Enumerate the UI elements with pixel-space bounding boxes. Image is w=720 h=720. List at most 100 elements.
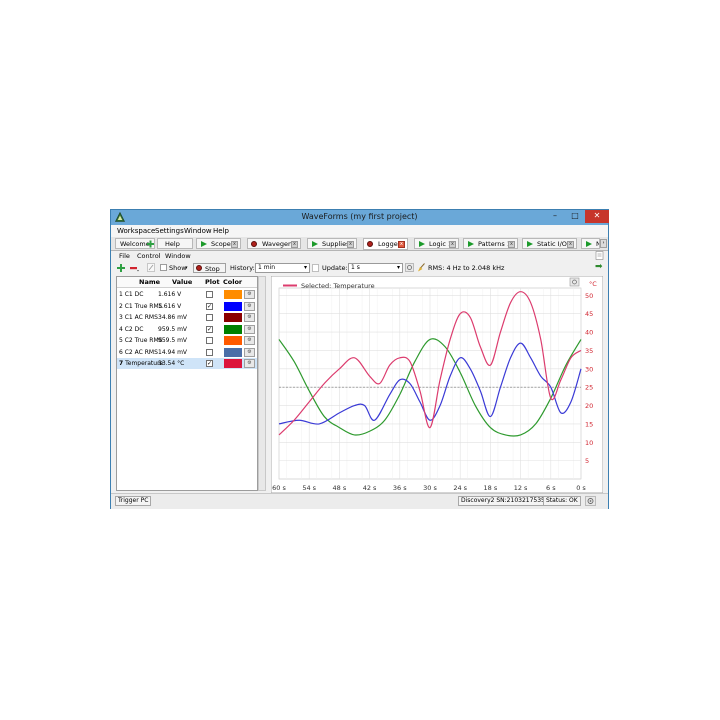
add-icon[interactable] [117, 264, 125, 272]
color-swatch[interactable] [224, 347, 242, 357]
menu-file[interactable]: File [119, 252, 130, 260]
table-row[interactable]: 4 C2 DC 959.5 mV ✓ ⚙ [117, 324, 257, 335]
close-tab-icon[interactable]: x [231, 241, 238, 248]
tab-logic-1[interactable]: Logic 1 x [414, 238, 459, 249]
color-swatch[interactable] [224, 336, 242, 345]
history-select[interactable]: 1 min ▾ [255, 263, 310, 273]
channel-settings-icon[interactable]: ⚙ [244, 347, 255, 357]
update-settings-icon[interactable] [405, 263, 414, 272]
play-icon [312, 241, 318, 247]
channel-settings-icon[interactable]: ⚙ [244, 313, 255, 322]
menu-window[interactable]: Window [184, 227, 212, 235]
gear-icon[interactable] [585, 496, 596, 506]
tab-scroll-right-icon[interactable]: › [600, 239, 607, 248]
channel-settings-icon[interactable]: ⚙ [244, 301, 255, 311]
plot-checkbox[interactable]: ✓ [206, 302, 213, 310]
menu-settings[interactable]: Settings [155, 227, 184, 235]
menu-window-sub[interactable]: Window [165, 252, 191, 260]
tab-supplies[interactable]: Supplies x [307, 238, 357, 249]
help-page-icon[interactable] [595, 251, 604, 260]
channel-grid: Name Value Plot Color 1 C1 DC 1.616 V ⚙ 2 C… [116, 276, 258, 491]
show-label[interactable]: Show [169, 264, 187, 272]
stop-icon [196, 265, 202, 271]
channel-name: 7 Temperature [119, 360, 163, 367]
header-name: Name [139, 278, 161, 286]
update-select[interactable]: 1 s ▾ [348, 263, 403, 273]
close-tab-icon[interactable]: x [347, 241, 354, 248]
plot-checkbox[interactable] [206, 314, 213, 321]
x-tick-label: 54 s [302, 484, 316, 492]
tab-help[interactable]: Help [157, 238, 193, 249]
plot-settings-icon[interactable] [569, 277, 580, 287]
table-row[interactable]: 5 C2 True RMS 959.5 mV ⚙ [117, 335, 257, 346]
tab-static-io[interactable]: Static I/O x [522, 238, 577, 249]
menu-workspace[interactable]: Workspace [117, 227, 155, 235]
logger-plot[interactable]: 60 s 54 s 48 s 42 s 36 s 30 s 24 s 18 s 12 s 6 s 0… [271, 276, 603, 493]
x-tick-label: 30 s [423, 484, 437, 492]
show-checkbox[interactable] [160, 264, 167, 271]
y-tick-label: 50 [585, 292, 593, 300]
close-button[interactable]: ✕ [585, 210, 609, 223]
plot-checkbox[interactable] [206, 291, 213, 298]
stop-button[interactable]: Stop [193, 263, 226, 273]
color-swatch[interactable] [224, 301, 242, 311]
history-clear-icon[interactable] [312, 264, 319, 272]
grid-scrollbar[interactable] [258, 276, 266, 491]
channel-value: 1.616 V [158, 291, 182, 298]
channel-number: 7 [119, 360, 124, 367]
logger-toolbar: Show ▾ Stop History: 1 min ▾ Update: 1 s… [111, 261, 608, 275]
plot-checkbox[interactable]: ✓ [206, 360, 213, 367]
close-tab-icon[interactable]: x [508, 241, 515, 248]
edit-icon[interactable] [147, 263, 155, 272]
plot-checkbox[interactable] [206, 348, 213, 356]
trigger-button[interactable]: Trigger PC [115, 496, 152, 506]
table-row[interactable]: 2 C1 True RMS 1.616 V ✓ ⚙ [117, 301, 257, 312]
table-row[interactable]: 7 Temperature 33.54 °C ✓ ⚙ [117, 358, 257, 369]
close-tab-icon[interactable]: x [291, 241, 298, 248]
tab-logger[interactable]: Logger x [363, 238, 408, 250]
device-indicator[interactable]: Discovery2 SN:210321753524 [458, 496, 556, 506]
legend-label: Selected: Temperature [301, 282, 375, 290]
show-dropdown-icon[interactable]: ▾ [185, 265, 188, 271]
tab-welcome[interactable]: Welcome [115, 238, 155, 249]
remove-icon[interactable] [130, 264, 139, 272]
menu-help[interactable]: Help [213, 227, 229, 235]
tab-label: Welcome [120, 240, 150, 248]
close-tab-icon[interactable]: x [449, 241, 456, 248]
close-tab-icon[interactable]: x [567, 241, 574, 248]
header-value: Value [172, 278, 193, 286]
broom-icon[interactable] [417, 263, 426, 272]
table-row[interactable]: 1 C1 DC 1.616 V ⚙ [117, 289, 257, 300]
channel-name: 2 C1 True RMS [119, 302, 163, 310]
tab-network[interactable]: Ne [581, 238, 600, 249]
plot-checkbox[interactable]: ✓ [206, 325, 213, 333]
plus-icon [147, 240, 154, 248]
play-icon [201, 241, 207, 247]
y-tick-label: 10 [585, 439, 593, 447]
color-swatch[interactable] [224, 290, 242, 299]
channel-settings-icon[interactable]: ⚙ [244, 290, 255, 299]
channel-value: 33.54 °C [158, 360, 185, 367]
header-plot: Plot [205, 278, 220, 286]
arrow-right-icon[interactable]: ➡ [595, 262, 603, 272]
minimize-button[interactable]: – [545, 210, 565, 223]
tab-scope-1[interactable]: Scope 1 x [196, 238, 241, 249]
channel-settings-icon[interactable]: ⚙ [244, 324, 255, 334]
y-tick-label: 30 [585, 365, 593, 373]
tab-patterns-1[interactable]: Patterns 1 x [463, 238, 518, 249]
channel-settings-icon[interactable]: ⚙ [244, 336, 255, 345]
color-swatch[interactable] [224, 324, 242, 334]
plot-checkbox[interactable] [206, 337, 213, 344]
menu-control[interactable]: Control [137, 252, 161, 260]
tab-wavegen-1[interactable]: Wavegen 1 x [247, 238, 301, 249]
table-row[interactable]: 6 C2 AC RMS 14.94 mV ⚙ [117, 347, 257, 358]
close-tab-icon[interactable]: x [398, 241, 405, 248]
channel-settings-icon[interactable]: ⚙ [244, 359, 255, 368]
color-swatch[interactable] [224, 313, 242, 322]
color-swatch[interactable] [224, 359, 242, 368]
channel-value: 14.94 mV [158, 348, 188, 356]
table-row[interactable]: 3 C1 AC RMS 34.86 mV ⚙ [117, 312, 257, 323]
chevron-down-icon: ▾ [303, 264, 307, 271]
maximize-button[interactable]: □ [565, 210, 585, 223]
channel-name: 3 C1 AC RMS [119, 314, 158, 321]
